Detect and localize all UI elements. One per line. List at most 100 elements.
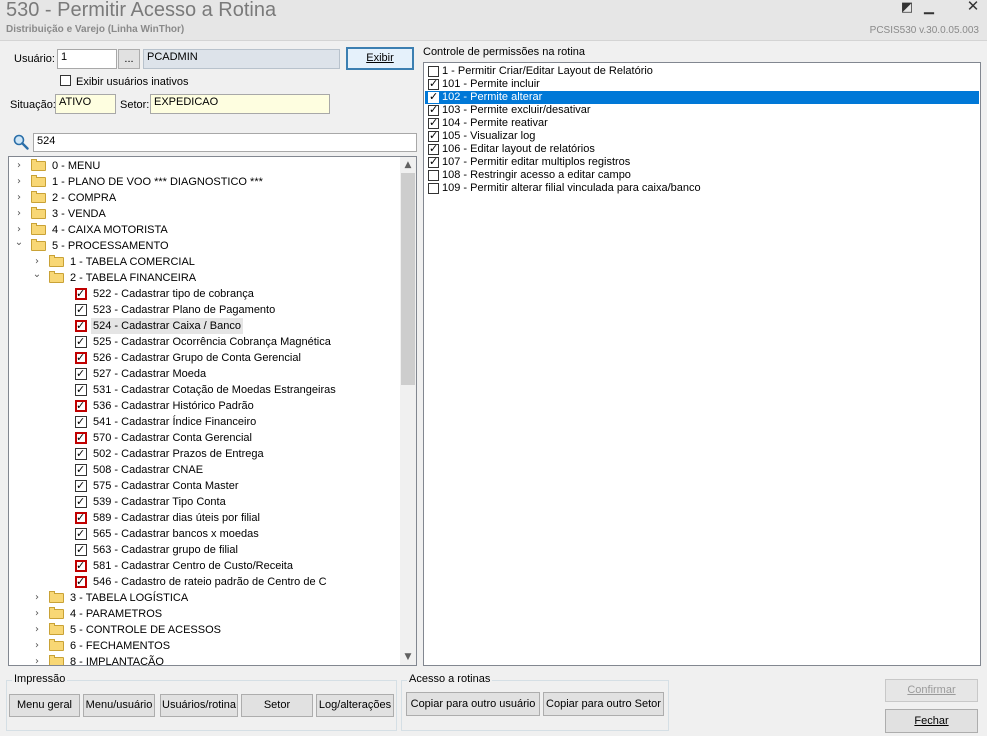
permission-checkbox[interactable] — [428, 116, 439, 129]
tree-routine-node[interactable]: 589 - Cadastrar dias úteis por filial — [9, 510, 399, 526]
minimize-icon[interactable]: ▁ — [921, 0, 937, 14]
confirm-button[interactable]: Confirmar — [885, 679, 978, 702]
show-inactive-checkbox[interactable] — [60, 75, 71, 89]
copy-to-sector-button[interactable]: Copiar para outro Setor — [543, 692, 664, 716]
tree-folder-node[interactable]: › 5 - CONTROLE DE ACESSOS — [9, 622, 399, 638]
routine-checkbox[interactable] — [75, 382, 87, 398]
scroll-up-icon[interactable]: ▲ — [400, 157, 416, 173]
user-code-input[interactable]: 1 — [57, 49, 117, 69]
routine-checkbox[interactable] — [75, 510, 87, 526]
permissions-list[interactable]: 1 - Permitir Criar/Editar Layout de Rela… — [423, 62, 981, 666]
print-menu-user-button[interactable]: Menu/usuário — [83, 694, 155, 717]
routine-checkbox[interactable] — [75, 542, 87, 558]
copy-to-user-button[interactable]: Copiar para outro usuário — [406, 692, 540, 716]
scroll-down-icon[interactable]: ▼ — [400, 649, 416, 665]
chevron-right-icon[interactable]: › — [14, 190, 24, 206]
tree-folder-node[interactable]: › 2 - COMPRA — [9, 190, 399, 206]
routine-checkbox[interactable] — [75, 462, 87, 478]
tree-routine-node[interactable]: 536 - Cadastrar Histórico Padrão — [9, 398, 399, 414]
permission-item[interactable]: 101 - Permite incluir — [425, 77, 979, 91]
tree-folder-node[interactable]: › 1 - PLANO DE VOO *** DIAGNOSTICO *** — [9, 174, 399, 190]
permission-checkbox[interactable] — [428, 103, 439, 116]
tree-folder-node[interactable]: › 4 - CAIXA MOTORISTA — [9, 222, 399, 238]
tree-routine-node[interactable]: 546 - Cadastro de rateio padrão de Centr… — [9, 574, 399, 590]
tree-routine-node[interactable]: 575 - Cadastrar Conta Master — [9, 478, 399, 494]
tree-scrollbar[interactable]: ▲ ▼ — [400, 157, 416, 665]
show-button[interactable]: Exibir — [346, 47, 414, 70]
routine-checkbox[interactable] — [75, 574, 87, 590]
tree-routine-node[interactable]: 523 - Cadastrar Plano de Pagamento — [9, 302, 399, 318]
permission-item[interactable]: 107 - Permitir editar multiplos registro… — [425, 155, 979, 169]
permission-item[interactable]: 106 - Editar layout de relatórios — [425, 142, 979, 156]
restore-icon[interactable]: ◩ — [899, 0, 915, 14]
routine-checkbox[interactable] — [75, 366, 87, 382]
print-sector-button[interactable]: Setor — [241, 694, 313, 717]
permission-item[interactable]: 105 - Visualizar log — [425, 129, 979, 143]
tree-routine-node[interactable]: 522 - Cadastrar tipo de cobrança — [9, 286, 399, 302]
tree-folder-node[interactable]: › 0 - MENU — [9, 158, 399, 174]
routine-checkbox[interactable] — [75, 478, 87, 494]
tree-routine-node[interactable]: 581 - Cadastrar Centro de Custo/Receita — [9, 558, 399, 574]
tree-routine-node[interactable]: 526 - Cadastrar Grupo de Conta Gerencial — [9, 350, 399, 366]
routine-checkbox[interactable] — [75, 446, 87, 462]
routine-checkbox[interactable] — [75, 286, 87, 302]
tree-folder-node[interactable]: › 8 - IMPLANTAÇÃO — [9, 654, 399, 665]
print-log-button[interactable]: Log/alterações — [316, 694, 394, 717]
permission-checkbox[interactable] — [428, 183, 439, 194]
routine-checkbox[interactable] — [75, 494, 87, 510]
chevron-right-icon[interactable]: › — [14, 158, 24, 174]
tree-folder-node[interactable]: › 3 - VENDA — [9, 206, 399, 222]
user-lookup-button[interactable]: ... — [118, 49, 140, 69]
close-icon[interactable]: ✕ — [965, 0, 981, 14]
tree-routine-node[interactable]: 570 - Cadastrar Conta Gerencial — [9, 430, 399, 446]
tree-routine-node[interactable]: 525 - Cadastrar Ocorrência Cobrança Magn… — [9, 334, 399, 350]
tree-routine-node[interactable]: 502 - Cadastrar Prazos de Entrega — [9, 446, 399, 462]
tree-routine-node[interactable]: 531 - Cadastrar Cotação de Moedas Estran… — [9, 382, 399, 398]
permission-checkbox[interactable] — [428, 155, 439, 168]
close-button[interactable]: Fechar — [885, 709, 978, 733]
routine-checkbox[interactable] — [75, 398, 87, 414]
chevron-down-icon[interactable]: ⌄ — [14, 235, 24, 251]
permission-checkbox[interactable] — [428, 77, 439, 90]
tree-routine-node[interactable]: 565 - Cadastrar bancos x moedas — [9, 526, 399, 542]
routine-checkbox[interactable] — [75, 302, 87, 318]
print-users-routine-button[interactable]: Usuários/rotina — [160, 694, 238, 717]
chevron-right-icon[interactable]: › — [32, 622, 42, 638]
routine-checkbox[interactable] — [75, 526, 87, 542]
menu-tree[interactable]: › 0 - MENU › 1 - PLANO DE VOO *** DIAGNOSTI… — [8, 156, 417, 666]
routine-checkbox[interactable] — [75, 558, 87, 574]
tree-folder-node[interactable]: › 6 - FECHAMENTOS — [9, 638, 399, 654]
routine-checkbox[interactable] — [75, 334, 87, 350]
chevron-right-icon[interactable]: › — [14, 174, 24, 190]
tree-folder-node[interactable]: ⌄ 2 - TABELA FINANCEIRA — [9, 267, 399, 286]
tree-routine-node[interactable]: 541 - Cadastrar Índice Financeiro — [9, 414, 399, 430]
chevron-right-icon[interactable]: › — [32, 590, 42, 606]
permission-item[interactable]: 108 - Restringir acesso a editar campo — [425, 169, 979, 182]
tree-folder-node[interactable]: ⌄ 5 - PROCESSAMENTO — [9, 235, 399, 254]
tree-folder-node[interactable]: › 1 - TABELA COMERCIAL — [9, 254, 399, 270]
permission-item[interactable]: 104 - Permite reativar — [425, 116, 979, 130]
permission-item[interactable]: 109 - Permitir alterar filial vinculada … — [425, 182, 979, 195]
chevron-right-icon[interactable]: › — [14, 206, 24, 222]
permission-checkbox[interactable] — [428, 66, 439, 77]
chevron-right-icon[interactable]: › — [32, 654, 42, 665]
tree-routine-node[interactable]: 527 - Cadastrar Moeda — [9, 366, 399, 382]
chevron-down-icon[interactable]: ⌄ — [32, 267, 42, 283]
routine-checkbox[interactable] — [75, 430, 87, 446]
permission-item[interactable]: 1 - Permitir Criar/Editar Layout de Rela… — [425, 65, 979, 78]
permission-checkbox[interactable] — [428, 90, 439, 103]
routine-checkbox[interactable] — [75, 350, 87, 366]
tree-routine-node[interactable]: 524 - Cadastrar Caixa / Banco — [9, 318, 399, 334]
permission-item[interactable]: 103 - Permite excluir/desativar — [425, 103, 979, 117]
tree-folder-node[interactable]: › 3 - TABELA LOGÍSTICA — [9, 590, 399, 606]
tree-routine-node[interactable]: 539 - Cadastrar Tipo Conta — [9, 494, 399, 510]
permission-checkbox[interactable] — [428, 142, 439, 155]
permission-item[interactable]: 102 - Permite alterar — [425, 90, 979, 104]
tree-folder-node[interactable]: › 4 - PARAMETROS — [9, 606, 399, 622]
tree-routine-node[interactable]: 508 - Cadastrar CNAE — [9, 462, 399, 478]
chevron-right-icon[interactable]: › — [32, 638, 42, 654]
permission-checkbox[interactable] — [428, 170, 439, 181]
tree-routine-node[interactable]: 563 - Cadastrar grupo de filial — [9, 542, 399, 558]
permission-checkbox[interactable] — [428, 129, 439, 142]
search-input[interactable]: 524 — [33, 133, 417, 152]
